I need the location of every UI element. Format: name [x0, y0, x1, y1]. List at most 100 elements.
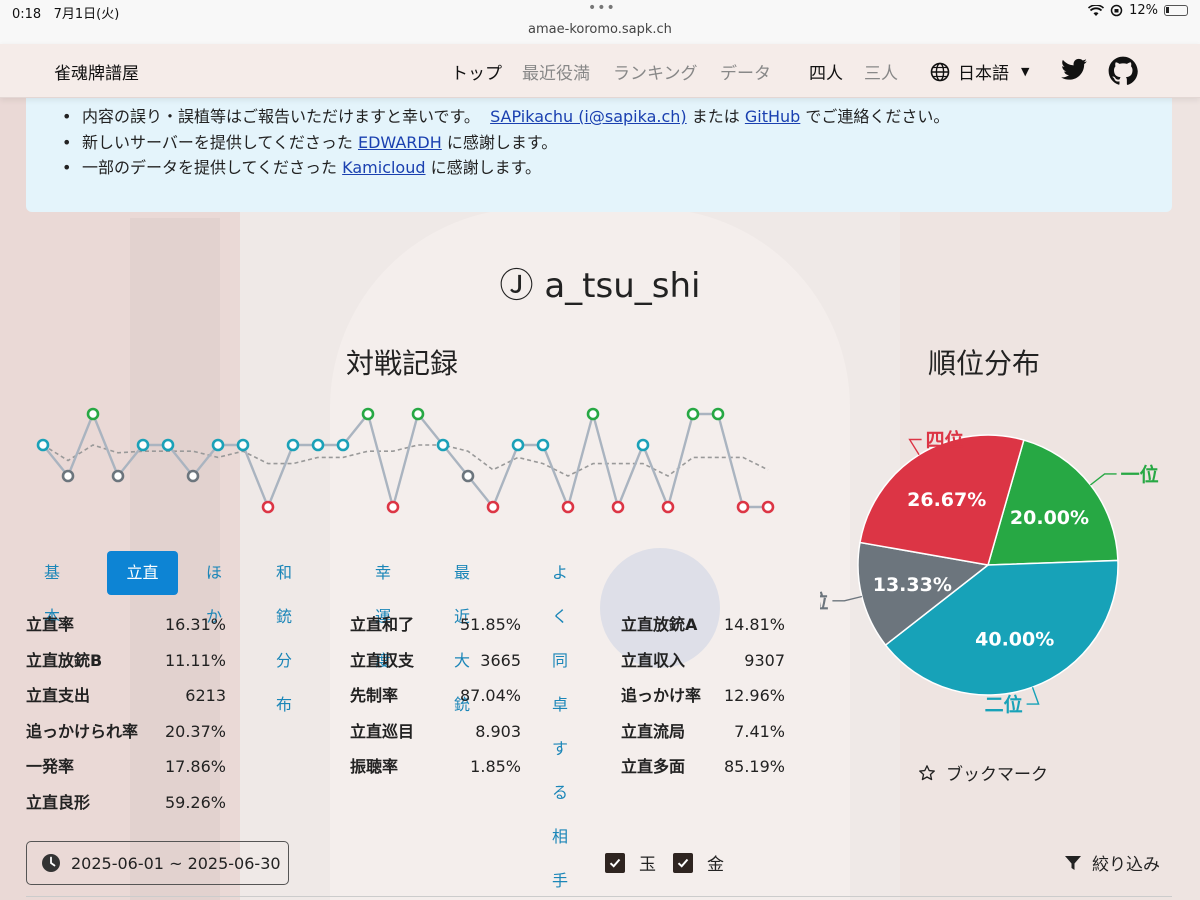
bookmark-button[interactable]: ブックマーク: [918, 760, 1048, 785]
rank-point[interactable]: [186, 469, 200, 483]
bookmark-label: ブックマーク: [946, 765, 1048, 785]
navbar: 雀魂牌譜屋 トップ 最近役満 ランキング データ 四人 三人 日本語 ▼: [0, 44, 1200, 98]
mode-four-player[interactable]: 四人: [809, 59, 843, 84]
rank-point[interactable]: [586, 407, 600, 421]
status-bar: 0:18 7月1日(火) ••• amae-koromo.sapk.ch 12%: [0, 0, 1200, 44]
rank-line: [42, 409, 768, 512]
player-title: Ⓙ a_tsu_shi: [0, 258, 1200, 307]
pie-value-label: 13.33%: [873, 574, 952, 596]
pie-category-label: 四位: [926, 429, 964, 452]
rank-point[interactable]: [111, 469, 125, 483]
record-title: 対戦記録: [346, 347, 459, 380]
rank-point[interactable]: [636, 438, 650, 452]
filter-icon: [1065, 855, 1081, 870]
language-selector[interactable]: 日本語 ▼: [930, 59, 1029, 84]
pie-leader-line: [1026, 686, 1040, 705]
wifi-icon: [1088, 4, 1105, 16]
date-range-picker[interactable]: 2025-06-01 ~ 2025-06-30: [26, 841, 289, 885]
tab-frequent-opponents[interactable]: よく同卓する相手: [538, 551, 582, 890]
nav-data[interactable]: データ: [720, 59, 771, 84]
notice-line-server: 新しいサーバーを提供してくださった EDWARDH に感謝します。: [62, 130, 1172, 156]
github-icon[interactable]: [1108, 56, 1138, 86]
rank-point[interactable]: [161, 438, 175, 452]
pie-leader-line: [908, 438, 922, 456]
rank-point[interactable]: [261, 500, 275, 514]
rank-point[interactable]: [311, 438, 325, 452]
tab-riichi[interactable]: 立直: [107, 551, 178, 595]
filter-kin-checkbox[interactable]: 金: [673, 850, 724, 875]
twitter-icon[interactable]: [1060, 56, 1088, 84]
pie-leader-line: [832, 595, 863, 602]
battery-icon: [1164, 5, 1188, 16]
globe-icon: [930, 62, 950, 81]
divider: [26, 896, 1172, 897]
nav-recent-yakuman[interactable]: 最近役満: [522, 59, 590, 84]
contact-link-sapikachu[interactable]: SAPikachu (i@sapika.ch): [490, 107, 687, 126]
filter-gyoku-checkbox[interactable]: 玉: [605, 850, 656, 875]
contact-link-github[interactable]: GitHub: [745, 107, 800, 126]
nav-ranking[interactable]: ランキング: [613, 59, 698, 84]
narrow-filter-button[interactable]: 絞り込み: [1064, 850, 1160, 875]
distribution-title: 順位分布: [928, 347, 1041, 380]
rank-point[interactable]: [436, 438, 450, 452]
rank-point[interactable]: [536, 438, 550, 452]
pie-category-label: 三位: [820, 590, 828, 613]
rank-point[interactable]: [761, 500, 775, 514]
filter-gyoku-label: 玉: [639, 855, 656, 875]
status-right: 12%: [1088, 3, 1188, 18]
notice-line-report: 内容の誤り・誤植等はご報告いただけますと幸いです。 SAPikachu (i@s…: [62, 104, 1172, 130]
rank-point[interactable]: [211, 438, 225, 452]
player-name: a_tsu_shi: [544, 266, 701, 306]
rank-point[interactable]: [236, 438, 250, 452]
rank-symbol: Ⓙ: [499, 266, 534, 306]
rank-point[interactable]: [286, 438, 300, 452]
url-bar[interactable]: amae-koromo.sapk.ch: [0, 22, 1200, 37]
rank-distribution-pie: 20.00% 40.00% 13.33% 26.67% 一位二位 三位 四位: [820, 429, 1159, 717]
pie-category-label: 一位: [1121, 463, 1159, 486]
rank-point[interactable]: [386, 500, 400, 514]
battery-percent: 12%: [1129, 3, 1158, 18]
rank-point[interactable]: [511, 438, 525, 452]
rank-point[interactable]: [36, 438, 50, 452]
site-brand[interactable]: 雀魂牌譜屋: [54, 59, 139, 84]
rank-point[interactable]: [361, 407, 375, 421]
tab-basic[interactable]: 基本: [30, 551, 74, 626]
rank-point[interactable]: [411, 407, 425, 421]
tab-recent-big-deal[interactable]: 最近大銃: [440, 551, 484, 714]
rank-point[interactable]: [86, 407, 100, 421]
date-range-label: 2025-06-01 ~ 2025-06-30: [71, 853, 281, 873]
nav-top[interactable]: トップ: [451, 59, 502, 84]
pie-value-label: 40.00%: [975, 628, 1054, 650]
checkbox-checked-icon: [673, 852, 693, 873]
rank-point[interactable]: [136, 438, 150, 452]
rank-point[interactable]: [611, 500, 625, 514]
rank-point[interactable]: [561, 500, 575, 514]
rank-point[interactable]: [711, 407, 725, 421]
rank-point[interactable]: [686, 407, 700, 421]
language-label: 日本語: [958, 64, 1009, 84]
filter-kin-label: 金: [707, 855, 724, 875]
orientation-lock-icon: [1110, 4, 1123, 17]
status-time: 0:18 7月1日(火): [12, 7, 120, 22]
rank-point[interactable]: [661, 500, 675, 514]
rank-point[interactable]: [736, 500, 750, 514]
pie-category-label: 二位: [985, 693, 1023, 716]
pie-value-label: 26.67%: [907, 489, 986, 511]
credit-link-kamicloud[interactable]: Kamicloud: [342, 158, 425, 177]
tab-other[interactable]: ほか: [192, 551, 236, 626]
rank-point[interactable]: [486, 500, 500, 514]
clock-icon: [42, 854, 60, 872]
chevron-down-icon: ▼: [1021, 65, 1030, 78]
star-icon: [919, 764, 935, 780]
rank-point[interactable]: [336, 438, 350, 452]
tab-luck[interactable]: 幸運度: [361, 551, 405, 670]
rank-point[interactable]: [61, 469, 75, 483]
pie-value-label: 20.00%: [1010, 507, 1089, 529]
more-dots-icon[interactable]: •••: [588, 0, 616, 16]
rank-point[interactable]: [461, 469, 475, 483]
tab-win-deal-distribution[interactable]: 和銃分布: [262, 551, 306, 714]
mode-three-player[interactable]: 三人: [864, 59, 898, 84]
credit-link-edwardh[interactable]: EDWARDH: [358, 133, 442, 152]
notice-box: 内容の誤り・誤植等はご報告いただけますと幸いです。 SAPikachu (i@s…: [26, 98, 1172, 212]
narrow-filter-label: 絞り込み: [1092, 855, 1160, 875]
